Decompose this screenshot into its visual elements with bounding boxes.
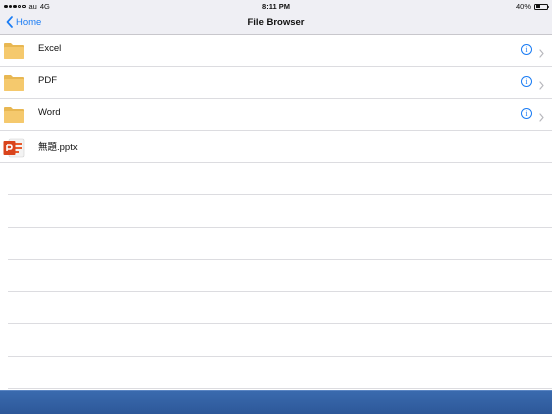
- empty-row: [8, 260, 552, 293]
- empty-row: [8, 228, 552, 260]
- file-list: Excel i PDF i Word i 無題.pptx: [0, 35, 552, 390]
- empty-row: [8, 195, 552, 228]
- file-name: Word: [38, 107, 61, 118]
- battery-icon: [534, 3, 550, 10]
- status-time: 8:11 PM: [262, 2, 290, 11]
- chevron-right-icon: [539, 77, 544, 95]
- empty-row: [8, 292, 552, 325]
- info-button[interactable]: i: [521, 108, 532, 119]
- chevron-right-icon: [539, 109, 544, 127]
- status-right: 40%: [515, 2, 550, 11]
- file-row[interactable]: 無題.pptx: [0, 131, 552, 163]
- page-title: File Browser: [247, 17, 305, 28]
- file-name: 無題.pptx: [38, 142, 78, 153]
- file-row[interactable]: Word i: [0, 99, 552, 131]
- file-row[interactable]: Excel i: [0, 35, 552, 67]
- powerpoint-file-icon: [3, 137, 25, 158]
- file-row[interactable]: PDF i: [0, 67, 552, 99]
- folder-icon: [3, 73, 25, 93]
- folder-icon: [3, 41, 25, 61]
- file-name: PDF: [38, 75, 57, 86]
- empty-row: [8, 163, 552, 196]
- navigation-bar: Home File Browser: [0, 12, 552, 35]
- empty-row: [8, 324, 552, 357]
- info-button[interactable]: i: [521, 44, 532, 55]
- battery-percent: 40%: [515, 2, 531, 11]
- info-button[interactable]: i: [521, 76, 532, 87]
- empty-row: [8, 357, 552, 390]
- chevron-right-icon: [539, 45, 544, 63]
- file-name: Excel: [38, 43, 62, 54]
- folder-icon: [3, 105, 25, 125]
- status-bar: au 4G 8:11 PM 40%: [0, 0, 552, 12]
- bottom-toolbar: [0, 390, 552, 414]
